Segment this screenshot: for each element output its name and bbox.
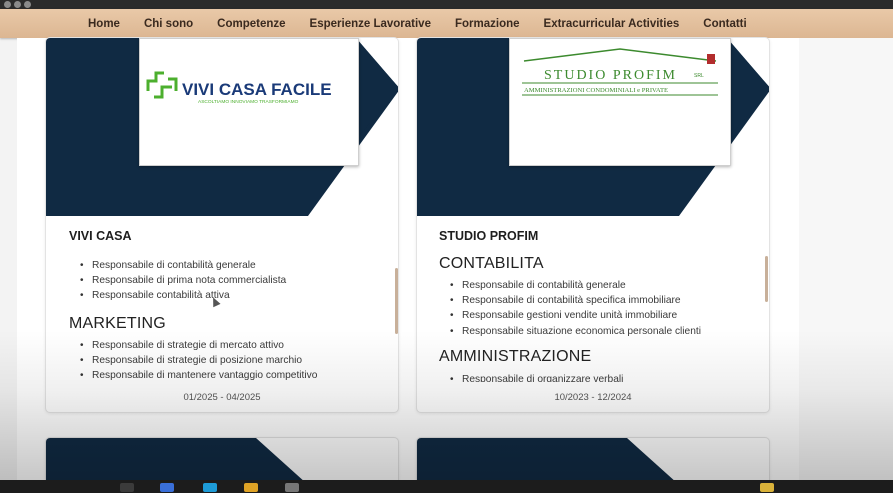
card-hero: STUDIO PROFIM SRL AMMINISTRAZIONI CONDOM… — [417, 38, 769, 216]
duties-list: Responsabile di strategie di mercato att… — [71, 338, 317, 384]
list-item: Responsabile di strategie di posizione m… — [71, 353, 317, 368]
logo-emblem-icon — [707, 54, 715, 64]
section-title: CONTABILITA — [439, 255, 544, 272]
company-name: STUDIO PROFIM — [439, 229, 539, 243]
logo-title: STUDIO PROFIM — [544, 68, 677, 83]
nav-extracurricular[interactable]: Extracurricular Activities — [544, 18, 680, 30]
nav-contatti[interactable]: Contatti — [703, 18, 746, 30]
logo-tagline: ASCOLTIAMO INNOVIAMO TRASFORMIAMO — [198, 99, 299, 105]
duties-list: Responsabile di contabilità generale Res… — [71, 258, 286, 304]
taskbar — [0, 480, 893, 493]
nav-home[interactable]: Home — [88, 18, 120, 30]
logo-title: VIVI CASA FACILE — [182, 80, 332, 99]
nav-formazione[interactable]: Formazione — [455, 18, 520, 30]
duties-list: Responsabile di contabilità generale Res… — [441, 278, 701, 339]
list-item: Responsabile di contabilità generale — [441, 278, 701, 293]
vivi-casa-logo-icon: VIVI CASA FACILE ASCOLTIAMO INNOVIAMO TR… — [146, 71, 332, 105]
page-gutter — [799, 38, 893, 493]
nav-esperienze[interactable]: Esperienze Lavorative — [310, 18, 431, 30]
company-logo: VIVI CASA FACILE ASCOLTIAMO INNOVIAMO TR… — [139, 38, 359, 166]
section-title: MARKETING — [69, 315, 166, 332]
window-control-icon[interactable] — [4, 1, 11, 8]
date-range: 01/2025 - 04/2025 — [183, 392, 261, 403]
experience-card-vivi-casa: VIVI CASA FACILE ASCOLTIAMO INNOVIAMO TR… — [45, 37, 399, 413]
nav-chi-sono[interactable]: Chi sono — [144, 18, 193, 30]
card-hero: VIVI CASA FACILE ASCOLTIAMO INNOVIAMO TR… — [46, 38, 398, 216]
site-navbar: Home Chi sono Competenze Esperienze Lavo… — [0, 9, 893, 38]
list-item: Responsabile di prima nota commercialist… — [71, 273, 286, 288]
date-range: 10/2023 - 12/2024 — [554, 392, 632, 403]
logo-suffix: SRL — [694, 73, 704, 79]
list-item: Responsabile contabilità attiva — [71, 288, 286, 303]
card-scrollbar[interactable] — [395, 268, 398, 334]
duties-list: Responsabile di organizzare verbali — [441, 372, 623, 382]
browser-top-strip — [0, 0, 893, 9]
list-item: Responsabile di contabilità specifica im… — [441, 293, 701, 308]
taskbar-app-icon[interactable] — [120, 483, 134, 492]
list-item: Responsabile di organizzare verbali — [441, 372, 623, 382]
card-scrollbar[interactable] — [765, 256, 768, 302]
window-control-icon[interactable] — [14, 1, 21, 8]
list-item: Responsabile di strategie di mercato att… — [71, 338, 317, 353]
taskbar-app-icon[interactable] — [760, 483, 774, 492]
studio-profim-logo-icon: STUDIO PROFIM SRL AMMINISTRAZIONI CONDOM… — [522, 48, 718, 96]
company-name: VIVI CASA — [69, 229, 132, 243]
company-logo: STUDIO PROFIM SRL AMMINISTRAZIONI CONDOM… — [509, 38, 731, 166]
taskbar-app-icon[interactable] — [160, 483, 174, 492]
nav-competenze[interactable]: Competenze — [217, 18, 285, 30]
taskbar-app-icon[interactable] — [244, 483, 258, 492]
list-item: Responsabile gestioni vendite unità immo… — [441, 308, 701, 323]
taskbar-app-icon[interactable] — [203, 483, 217, 492]
logo-subtitle: AMMINISTRAZIONI CONDOMINIALI e PRIVATE — [524, 87, 668, 94]
list-item: Responsabile di mantenere vantaggio comp… — [71, 368, 317, 383]
list-item: Responsabile situazione economica person… — [441, 324, 701, 339]
window-control-icon[interactable] — [24, 1, 31, 8]
taskbar-app-icon[interactable] — [285, 483, 299, 492]
list-item: Responsabile di contabilità generale — [71, 258, 286, 273]
section-title: AMMINISTRAZIONE — [439, 348, 592, 365]
experience-card-studio-profim: STUDIO PROFIM SRL AMMINISTRAZIONI CONDOM… — [416, 37, 770, 413]
